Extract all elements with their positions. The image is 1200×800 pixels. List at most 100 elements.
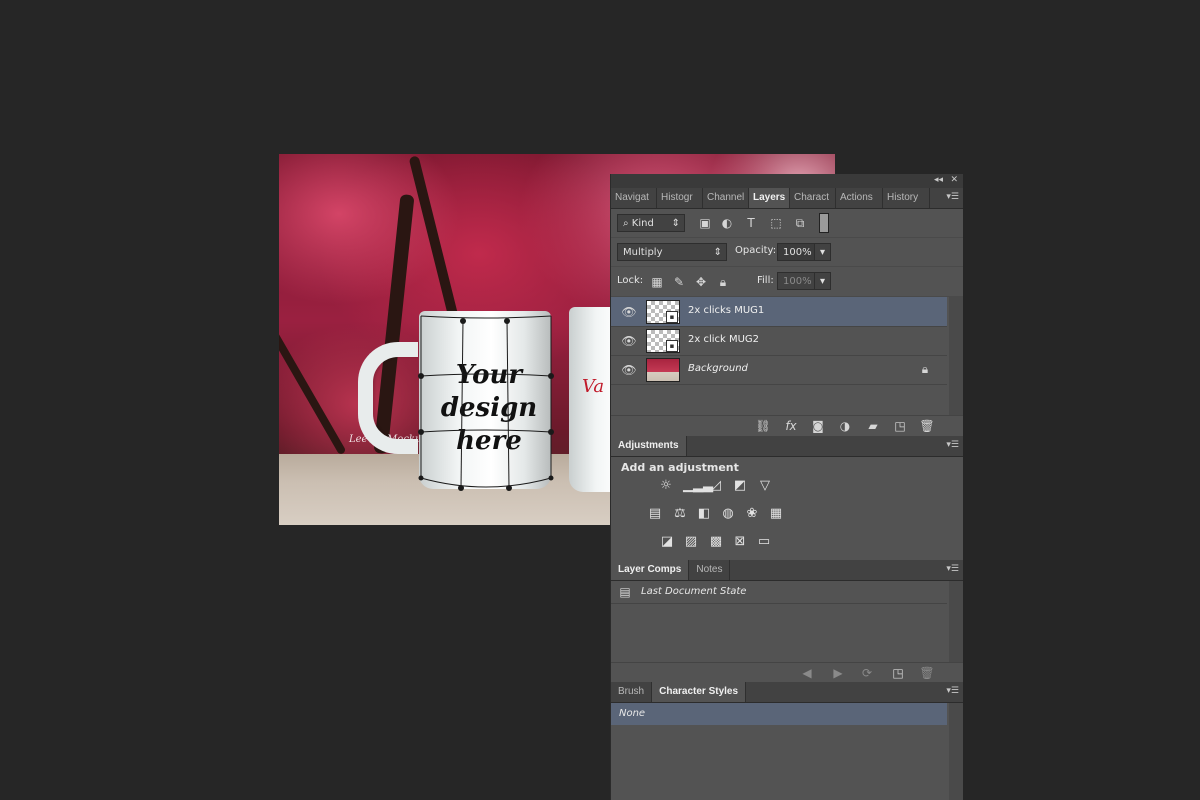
warp-handle[interactable] (418, 429, 424, 435)
warp-handle[interactable] (548, 373, 554, 379)
levels-icon[interactable]: ▁▂▃ (683, 478, 713, 494)
chevron-down-icon: ▾ (819, 247, 826, 258)
warp-handle[interactable] (458, 485, 464, 491)
photo-filter-icon[interactable]: ◍ (719, 506, 737, 522)
layers-tabbar: Navigat Histogr Channel Layers Charact A… (611, 188, 963, 209)
tab-histogram[interactable]: Histogr (657, 188, 703, 208)
smart-object-badge-icon: ▪ (666, 340, 678, 352)
filter-kind-select[interactable]: ⌕ Kind ⇕ (617, 214, 685, 232)
lock-position-move-icon[interactable]: ✥ (693, 274, 709, 290)
adjustment-filter-icon[interactable]: ◐ (719, 215, 735, 231)
trash-icon[interactable]: 🗑︎ (919, 665, 935, 681)
new-group-folder-icon[interactable]: ▰ (865, 418, 881, 434)
layer-row[interactable]: 👁︎ ▪ 2x clicks MUG1 (611, 297, 947, 327)
trash-icon[interactable]: 🗑︎ (919, 418, 935, 434)
link-layers-icon[interactable]: ⛓ (755, 418, 771, 434)
fill-label: Fill: (757, 275, 774, 286)
search-icon: ⌕ (623, 218, 629, 229)
warp-handle[interactable] (548, 429, 554, 435)
invert-icon[interactable]: ◪ (658, 534, 676, 550)
tab-brush[interactable]: Brush (611, 682, 653, 702)
eye-visibility-icon[interactable]: 👁︎ (621, 304, 637, 320)
threshold-icon[interactable]: ▩ (707, 534, 725, 550)
curves-icon[interactable]: ◿ (707, 478, 725, 494)
shape-filter-icon[interactable]: ⬚ (768, 215, 784, 231)
adjustments-heading: Add an adjustment (621, 461, 739, 474)
refresh-comp-icon[interactable]: ⟳ (859, 665, 875, 681)
warp-handle[interactable] (460, 318, 466, 324)
exposure-icon[interactable]: ◩ (731, 478, 749, 494)
color-balance-icon[interactable]: ⚖ (671, 506, 689, 522)
panel-menu-icon[interactable]: ▾☰ (946, 192, 959, 202)
smart-object-filter-icon[interactable]: ⧉ (792, 215, 808, 231)
warp-handle[interactable] (418, 373, 424, 379)
warp-line-v1 (460, 319, 464, 489)
black-white-icon[interactable]: ◧ (695, 506, 713, 522)
close-icon[interactable]: ✕ (950, 175, 958, 185)
new-comp-icon[interactable]: ◳ (890, 665, 906, 681)
layer-name: Background (688, 363, 748, 374)
gradient-map-icon[interactable]: ▭ (755, 534, 773, 550)
fx-layer-style-icon[interactable]: fx (783, 418, 799, 434)
add-mask-icon[interactable]: ◙ (810, 418, 826, 434)
selective-color-icon[interactable]: ⊠ (731, 534, 749, 550)
fill-input[interactable]: 100% (777, 272, 815, 290)
tab-history[interactable]: History (883, 188, 930, 208)
warp-handle[interactable] (506, 485, 512, 491)
layer-row[interactable]: 👁︎ ▪ 2x click MUG2 (611, 326, 947, 356)
brightness-contrast-icon[interactable]: ☼ (657, 478, 675, 494)
tab-notes[interactable]: Notes (689, 560, 731, 580)
layer-comps-footer: ◀ ▶ ⟳ ◳ 🗑︎ (611, 662, 963, 683)
adjustments-tabbar: Adjustments ▾☰ (611, 436, 963, 457)
panel-menu-icon[interactable]: ▾☰ (946, 564, 959, 574)
lock-label: Lock: (617, 275, 644, 286)
image-filter-icon[interactable]: ▣ (697, 215, 713, 231)
layer-row[interactable]: 👁︎ Background 🔒︎ (611, 355, 947, 385)
panel-dock: ◂◂ ✕ Navigat Histogr Channel Layers Char… (610, 174, 963, 800)
fill-dropdown-button[interactable]: ▾ (814, 272, 831, 290)
layer-comps-tabbar: Layer Comps Notes ▾☰ (611, 560, 963, 581)
lock-transparency-icon[interactable]: ▦ (649, 274, 665, 290)
warp-corner[interactable] (418, 475, 424, 481)
posterize-icon[interactable]: ▨ (682, 534, 700, 550)
character-style-row[interactable]: None (611, 703, 947, 725)
hue-saturation-icon[interactable]: ▤ (646, 506, 664, 522)
warp-handle[interactable] (504, 318, 510, 324)
layer-comps-scrollbar[interactable] (949, 581, 963, 662)
vibrance-icon[interactable]: ▽ (756, 478, 774, 494)
tab-character-styles[interactable]: Character Styles (652, 682, 747, 702)
panel-menu-icon[interactable]: ▾☰ (946, 686, 959, 696)
tab-channels[interactable]: Channel (703, 188, 749, 208)
layer-name: 2x click MUG2 (688, 334, 760, 345)
character-styles-scrollbar[interactable] (949, 703, 963, 800)
panel-menu-icon[interactable]: ▾☰ (946, 440, 959, 450)
dock-header: ◂◂ ✕ (611, 174, 963, 188)
filter-toggle-switch[interactable] (819, 213, 829, 233)
tab-navigator[interactable]: Navigat (611, 188, 657, 208)
channel-mixer-icon[interactable]: ❀ (743, 506, 761, 522)
lock-icon: 🔒︎ (921, 362, 929, 376)
eye-visibility-icon[interactable]: 👁︎ (621, 333, 637, 349)
next-comp-icon[interactable]: ▶ (830, 665, 846, 681)
new-adjustment-layer-icon[interactable]: ◑ (837, 418, 853, 434)
blend-mode-select[interactable]: Multiply ⇕ (617, 243, 727, 261)
tab-layer-comps[interactable]: Layer Comps (611, 560, 690, 580)
eye-visibility-icon[interactable]: 👁︎ (621, 362, 637, 378)
new-layer-icon[interactable]: ◳ (892, 418, 908, 434)
opacity-input[interactable]: 100% (777, 243, 815, 261)
tab-adjustments[interactable]: Adjustments (611, 436, 687, 456)
color-lookup-icon[interactable]: ▦ (767, 506, 785, 522)
warp-corner[interactable] (548, 475, 554, 481)
lock-all-icon[interactable]: 🔒︎ (715, 274, 731, 290)
layer-list-scrollbar[interactable] (949, 297, 963, 422)
previous-comp-icon[interactable]: ◀ (799, 665, 815, 681)
lock-paint-brush-icon[interactable]: ✎ (671, 274, 687, 290)
tab-layers[interactable]: Layers (749, 188, 790, 208)
type-filter-icon[interactable]: T (743, 215, 759, 231)
tab-actions[interactable]: Actions (836, 188, 883, 208)
chevron-updown-icon: ⇕ (713, 247, 722, 258)
tab-character[interactable]: Charact (790, 188, 836, 208)
layer-comp-row[interactable]: ▤ Last Document State (611, 581, 947, 604)
opacity-dropdown-button[interactable]: ▾ (814, 243, 831, 261)
double-chevron-left-icon[interactable]: ◂◂ (934, 175, 943, 185)
